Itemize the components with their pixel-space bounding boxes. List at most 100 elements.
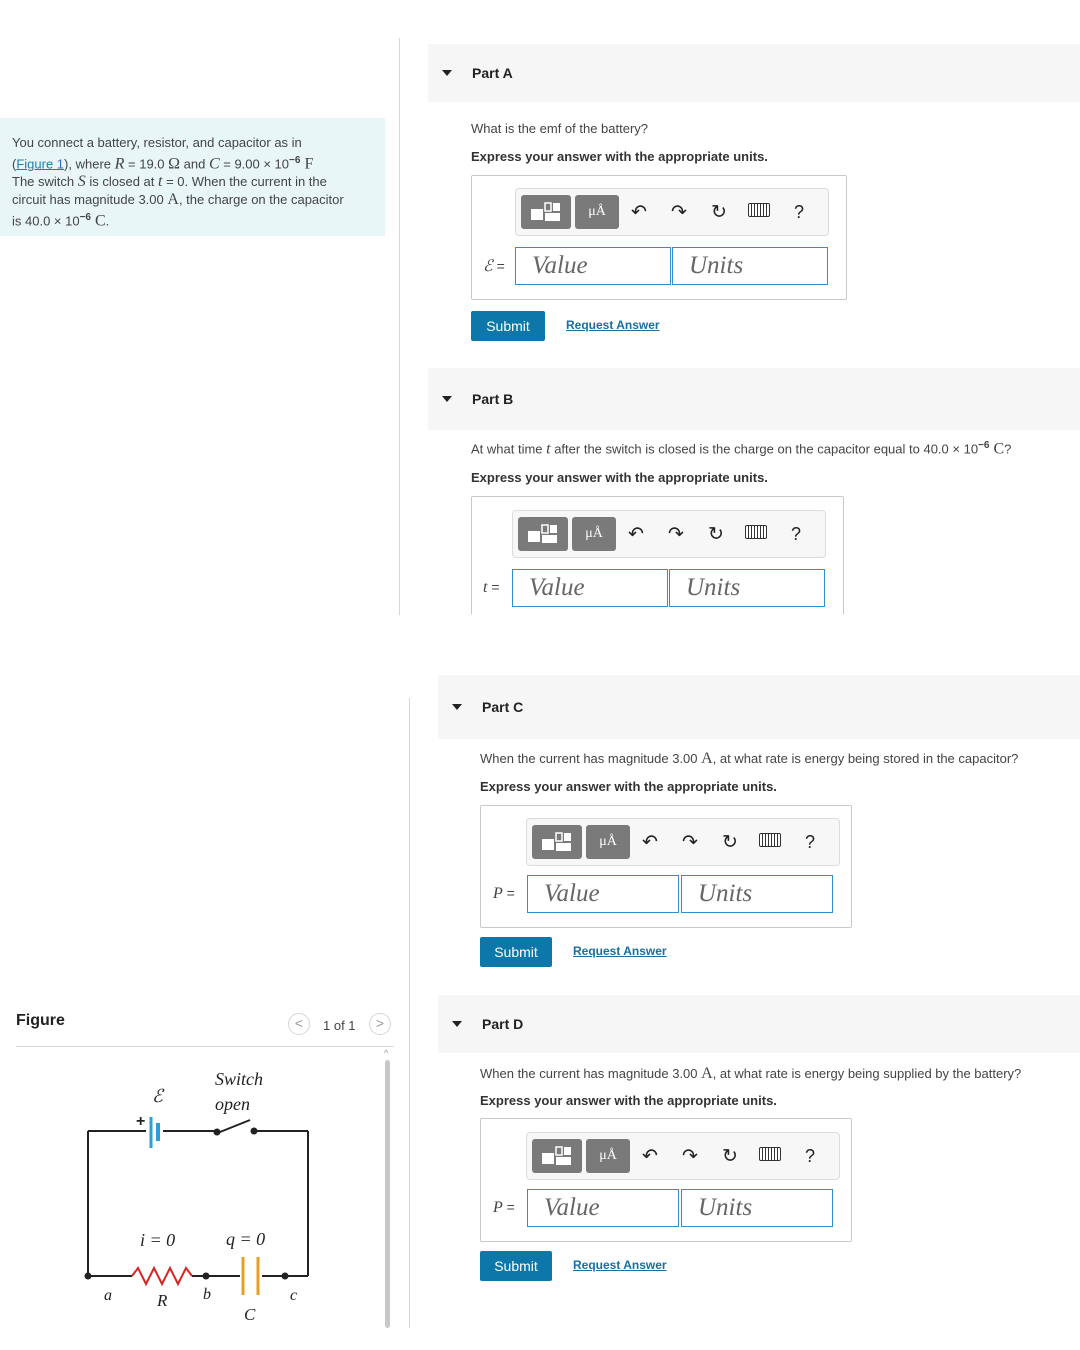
units-button[interactable]: μÅ [586,1139,630,1173]
help-icon[interactable]: ? [790,1146,830,1167]
part-d-header[interactable]: Part D [438,995,1080,1053]
part-c-variable-label: P = [493,885,515,902]
part-d-variable-label: P = [493,1199,515,1216]
undo-icon[interactable]: ↶ [630,1145,670,1168]
reset-icon[interactable]: ↻ [696,523,736,546]
units-button[interactable]: μÅ [586,825,630,859]
templates-button[interactable] [521,195,571,229]
part-d-value-input[interactable]: Value [527,1189,679,1227]
part-d-request-answer-link[interactable]: Request Answer [573,1258,667,1272]
part-a-header[interactable]: Part A [428,44,1080,102]
problem-line-5: is 40.0 × 10−6 C. [12,212,110,230]
problem-line-2: (Figure 1), where R = 19.0 Ω and C = 9.0… [12,155,314,173]
collapse-triangle-icon [442,70,452,76]
switch-contact-right [250,1127,258,1135]
part-c-submit-button[interactable]: Submit [480,937,552,967]
switch-label-line1: Switch [215,1069,263,1089]
node-c-label: c [290,1287,297,1304]
part-c-header[interactable]: Part C [438,675,1080,739]
help-icon[interactable]: ? [790,832,830,853]
reset-icon[interactable]: ↻ [699,201,739,224]
undo-icon[interactable]: ↶ [616,523,656,546]
redo-icon[interactable]: ↷ [659,201,699,224]
next-figure-button[interactable]: > [369,1013,391,1035]
part-a-hint: Express your answer with the appropriate… [471,149,768,164]
resistor-zigzag [131,1265,193,1287]
divider-top [399,38,400,615]
keyboard-icon[interactable] [750,1145,790,1167]
part-c-request-answer-link[interactable]: Request Answer [573,944,667,958]
battery-plus-label: + [136,1113,145,1130]
reset-icon[interactable]: ↻ [710,1145,750,1168]
part-b-answer-box: μÅ ↶ ↷ ↻ ? t = Value Units [471,496,844,615]
node-a [84,1272,92,1280]
figure-pager: 1 of 1 [323,1018,356,1033]
resistor-label: R [156,1291,168,1310]
problem-line-1: You connect a battery, resistor, and cap… [12,135,302,150]
part-d-submit-button[interactable]: Submit [480,1251,552,1281]
redo-icon[interactable]: ↷ [656,523,696,546]
collapse-triangle-icon [452,1021,462,1027]
units-button[interactable]: μÅ [575,195,619,229]
part-a-request-answer-link[interactable]: Request Answer [566,318,660,332]
redo-icon[interactable]: ↷ [670,831,710,854]
part-a-question: What is the emf of the battery? [471,121,649,136]
figure-scrollbar[interactable] [385,1060,390,1328]
collapse-triangle-icon [442,396,452,402]
switch-label-line2: open [215,1094,250,1114]
undo-icon[interactable]: ↶ [630,831,670,854]
prev-figure-button[interactable]: < [288,1013,310,1035]
part-c-units-input[interactable]: Units [681,875,833,913]
part-d-answer-box: μÅ ↶ ↷ ↻ ? P = Value Units [480,1118,852,1242]
figure-title: Figure [16,1012,65,1029]
keyboard-icon[interactable] [736,523,776,545]
templates-button[interactable] [518,517,568,551]
problem-line-4: circuit has magnitude 3.00 A, the charge… [12,191,344,209]
part-b-units-input[interactable]: Units [669,569,825,607]
switch-contact-left [213,1128,221,1136]
capacitor-label: C [244,1305,256,1324]
templates-button[interactable] [532,1139,582,1173]
undo-icon[interactable]: ↶ [619,201,659,224]
problem-statement: You connect a battery, resistor, and cap… [0,118,385,236]
equation-toolbar: μÅ ↶ ↷ ↻ ? [526,818,840,866]
part-c-title: Part C [482,699,524,715]
divider-bottom [409,698,410,1328]
problem-line-3: The switch S is closed at t = 0. When th… [12,173,327,191]
collapse-triangle-icon [452,704,462,710]
emf-label: ℰ [152,1086,165,1106]
figure-link[interactable]: Figure 1 [16,156,64,171]
reset-icon[interactable]: ↻ [710,831,750,854]
part-b-question: At what time t after the switch is close… [471,440,1012,458]
scroll-up-icon[interactable]: ^ [384,1049,390,1058]
part-a-units-input[interactable]: Units [672,247,828,285]
help-icon[interactable]: ? [779,202,819,223]
part-a-answer-box: μÅ ↶ ↷ ↻ ? ℰ = Value Units [471,175,847,300]
keyboard-icon[interactable] [750,831,790,853]
equation-toolbar: μÅ ↶ ↷ ↻ ? [526,1132,840,1180]
part-a-variable-label: ℰ = [483,258,505,275]
circuit-diagram: ℰ Switch open i = 0 q = 0 a R b C c + [84,1069,309,1324]
help-icon[interactable]: ? [776,524,816,545]
part-c-hint: Express your answer with the appropriate… [480,779,777,794]
part-b-header[interactable]: Part B [428,368,1080,430]
node-b-label: b [203,1286,211,1303]
part-d-units-input[interactable]: Units [681,1189,833,1227]
units-button[interactable]: μÅ [572,517,616,551]
part-c-question: When the current has magnitude 3.00 A, a… [480,750,1019,767]
part-b-title: Part B [472,391,514,407]
current-label: i = 0 [140,1230,175,1250]
equation-toolbar: μÅ ↶ ↷ ↻ ? [515,188,829,236]
part-b-hint: Express your answer with the appropriate… [471,470,768,485]
figure-divider [16,1046,394,1047]
keyboard-icon[interactable] [739,201,779,223]
part-b-variable-label: t = [483,579,500,596]
part-c-value-input[interactable]: Value [527,875,679,913]
part-b-value-input[interactable]: Value [512,569,668,607]
part-a-title: Part A [472,65,513,81]
templates-button[interactable] [532,825,582,859]
node-a-label: a [104,1287,112,1304]
part-a-value-input[interactable]: Value [515,247,671,285]
redo-icon[interactable]: ↷ [670,1145,710,1168]
part-a-submit-button[interactable]: Submit [471,311,545,341]
